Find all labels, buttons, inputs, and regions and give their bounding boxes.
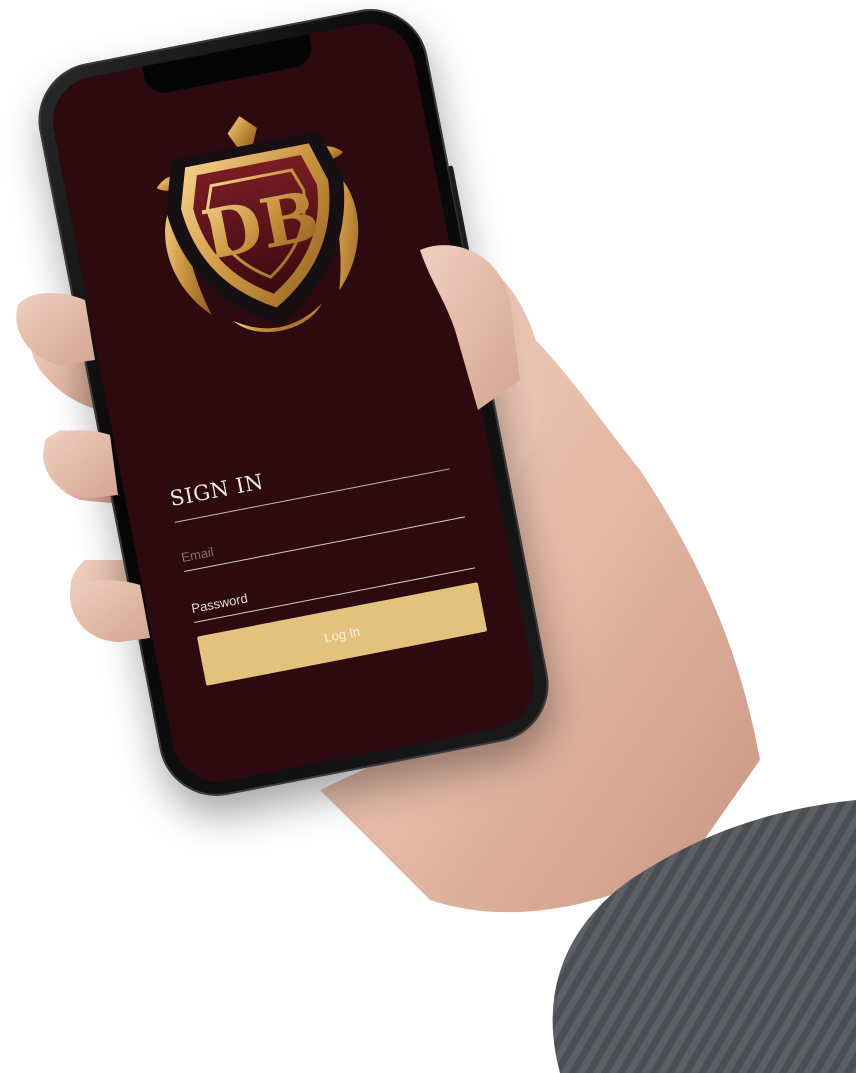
sign-in-title: SIGN IN <box>167 469 266 512</box>
photo-scene: DB SIGN IN Log In <box>0 0 856 1073</box>
crest-shield-logo: DB <box>156 116 359 333</box>
